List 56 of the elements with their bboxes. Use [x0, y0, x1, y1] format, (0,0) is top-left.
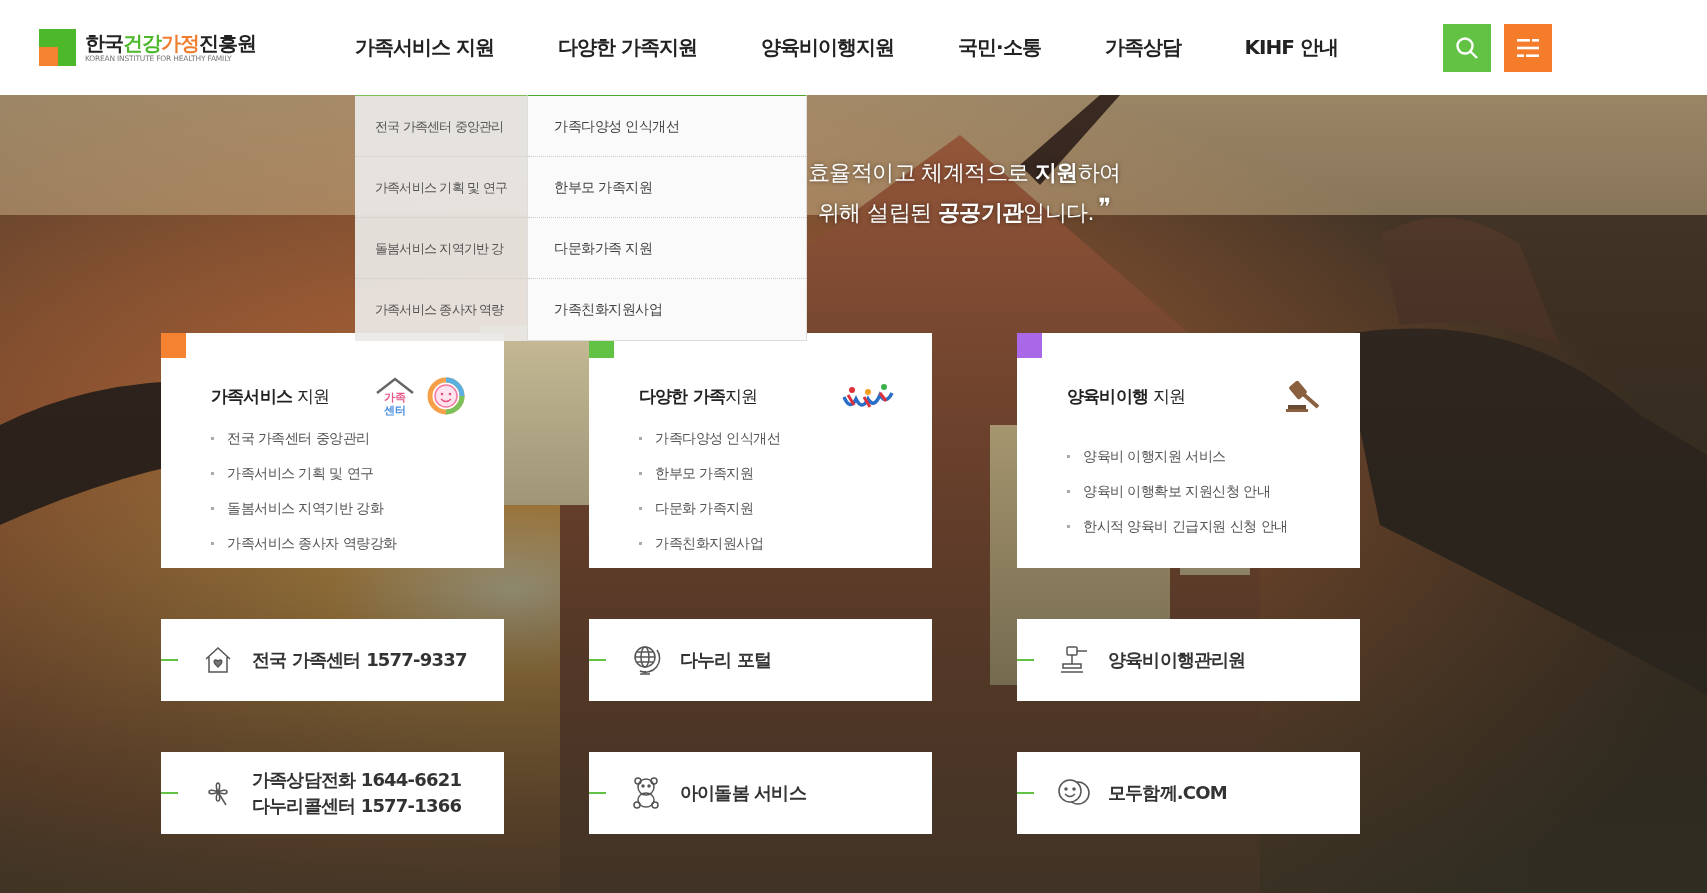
teddy-bear-icon: [630, 776, 662, 810]
gavel-icon: [1058, 644, 1090, 676]
search-button[interactable]: [1443, 23, 1491, 72]
card-link[interactable]: 양육비 이행지원 서비스: [1083, 447, 1226, 466]
card-link[interactable]: 가족서비스 종사자 역량강화: [227, 534, 397, 553]
dropdown-item[interactable]: 한부모 가족지원: [528, 157, 806, 218]
card-title: 가족서비스 지원: [211, 384, 330, 408]
card-link[interactable]: 양육비 이행확보 지원신청 안내: [1083, 482, 1271, 501]
card-link[interactable]: 가족서비스 기획 및 연구: [227, 464, 374, 483]
nav-link[interactable]: 양육비이행지원: [728, 34, 926, 61]
smiley-ring-icon: [426, 376, 466, 416]
bullet-icon: [211, 542, 214, 545]
logo-title[interactable]: 한국건강가정진흥원: [85, 32, 256, 54]
smiley-icon: [1057, 778, 1091, 808]
nav-link[interactable]: 다양한 가족지원: [525, 34, 729, 61]
card-link[interactable]: 전국 가족센터 중앙관리: [227, 429, 370, 448]
house-heart-icon: [203, 645, 233, 675]
card-link[interactable]: 가족친화지원사업: [655, 534, 763, 553]
logo-mark-icon: [39, 29, 76, 66]
search-icon: [1455, 35, 1479, 60]
card-link[interactable]: 한부모 가족지원: [655, 464, 754, 483]
bullet-icon: [211, 507, 214, 510]
quick-link-card[interactable]: 다누리 포털: [589, 619, 932, 701]
gavel-icon: [1286, 379, 1322, 413]
quote-mark: ❞: [1098, 198, 1111, 223]
card-link[interactable]: 가족다양성 인식개선: [655, 429, 781, 448]
bullet-icon: [1067, 525, 1070, 528]
quick-link-card[interactable]: 아이돌봄 서비스: [589, 752, 932, 834]
bullet-icon: [211, 472, 214, 475]
menu-icon: [1517, 37, 1539, 58]
hero-text: 위해 설립된 공공기관입니다.: [818, 199, 1094, 227]
card-title: 양육비이행 지원: [1067, 384, 1186, 408]
bullet-icon: [639, 437, 642, 440]
dropdown-item[interactable]: 가족다양성 인식개선: [528, 96, 806, 157]
bullet-icon: [211, 437, 214, 440]
card-link[interactable]: 한시적 양육비 긴급지원 신청 안내: [1083, 517, 1288, 536]
quick-link-card[interactable]: 양육비이행관리원: [1017, 619, 1360, 701]
bullet-icon: [639, 472, 642, 475]
menu-button[interactable]: [1504, 23, 1552, 72]
nav-link[interactable]: KIHF 안내: [1212, 34, 1370, 61]
card-title: 다양한 가족지원: [639, 384, 758, 408]
dropdown-item[interactable]: 가족친화지원사업: [528, 279, 806, 340]
quick-link-card[interactable]: 모두함께.COM: [1017, 752, 1360, 834]
card-link[interactable]: 돌봄서비스 지역기반 강화: [227, 499, 384, 518]
bullet-icon: [639, 542, 642, 545]
dropdown-item[interactable]: 가족서비스 종사자 역량: [355, 279, 527, 340]
dropdown-item[interactable]: 다문화가족 지원: [528, 218, 806, 279]
quick-link-card[interactable]: 가족상담전화 1644-6621 다누리콜센터 1577-1366: [161, 752, 504, 834]
nav-link[interactable]: 가족서비스 지원: [355, 34, 526, 61]
nav-link[interactable]: 가족상담: [1072, 34, 1213, 61]
bullet-icon: [639, 507, 642, 510]
bullet-icon: [1067, 490, 1070, 493]
nav-link[interactable]: 국민·소통: [925, 34, 1073, 61]
quick-link-card[interactable]: 전국 가족센터 1577-9337: [161, 619, 504, 701]
bullet-icon: [1067, 455, 1070, 458]
card-link[interactable]: 다문화 가족지원: [655, 499, 754, 518]
